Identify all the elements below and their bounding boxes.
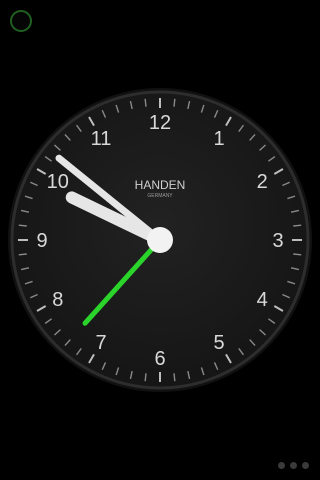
tick-mark	[293, 224, 302, 227]
center-cap	[147, 227, 173, 253]
page-dot[interactable]	[302, 462, 309, 469]
page-dot[interactable]	[278, 462, 285, 469]
tick-mark	[18, 253, 27, 256]
page-dot[interactable]	[290, 462, 297, 469]
numeral-2: 2	[257, 171, 268, 193]
tick-mark	[173, 98, 176, 107]
tick-mark	[293, 253, 302, 256]
clock-brand: HANDEN	[135, 178, 186, 192]
clock-brand-subtitle: GERMANY	[147, 193, 173, 199]
numeral-7: 7	[95, 332, 106, 354]
tick-mark	[18, 224, 27, 227]
numeral-1: 1	[213, 128, 224, 150]
numeral-9: 9	[36, 230, 47, 252]
tick-mark	[144, 373, 147, 382]
numeral-8: 8	[52, 289, 63, 311]
numeral-6: 6	[154, 348, 165, 370]
tick-mark	[144, 98, 147, 107]
numeral-3: 3	[272, 230, 283, 252]
analog-clock: 121234567891011 HANDEN GERMANY	[8, 88, 312, 392]
numeral-10: 10	[47, 171, 69, 193]
numeral-12: 12	[149, 112, 171, 134]
numeral-11: 11	[91, 128, 112, 150]
page-indicator[interactable]	[278, 462, 309, 469]
numeral-4: 4	[257, 289, 268, 311]
tick-mark	[173, 373, 176, 382]
numeral-5: 5	[213, 332, 224, 354]
